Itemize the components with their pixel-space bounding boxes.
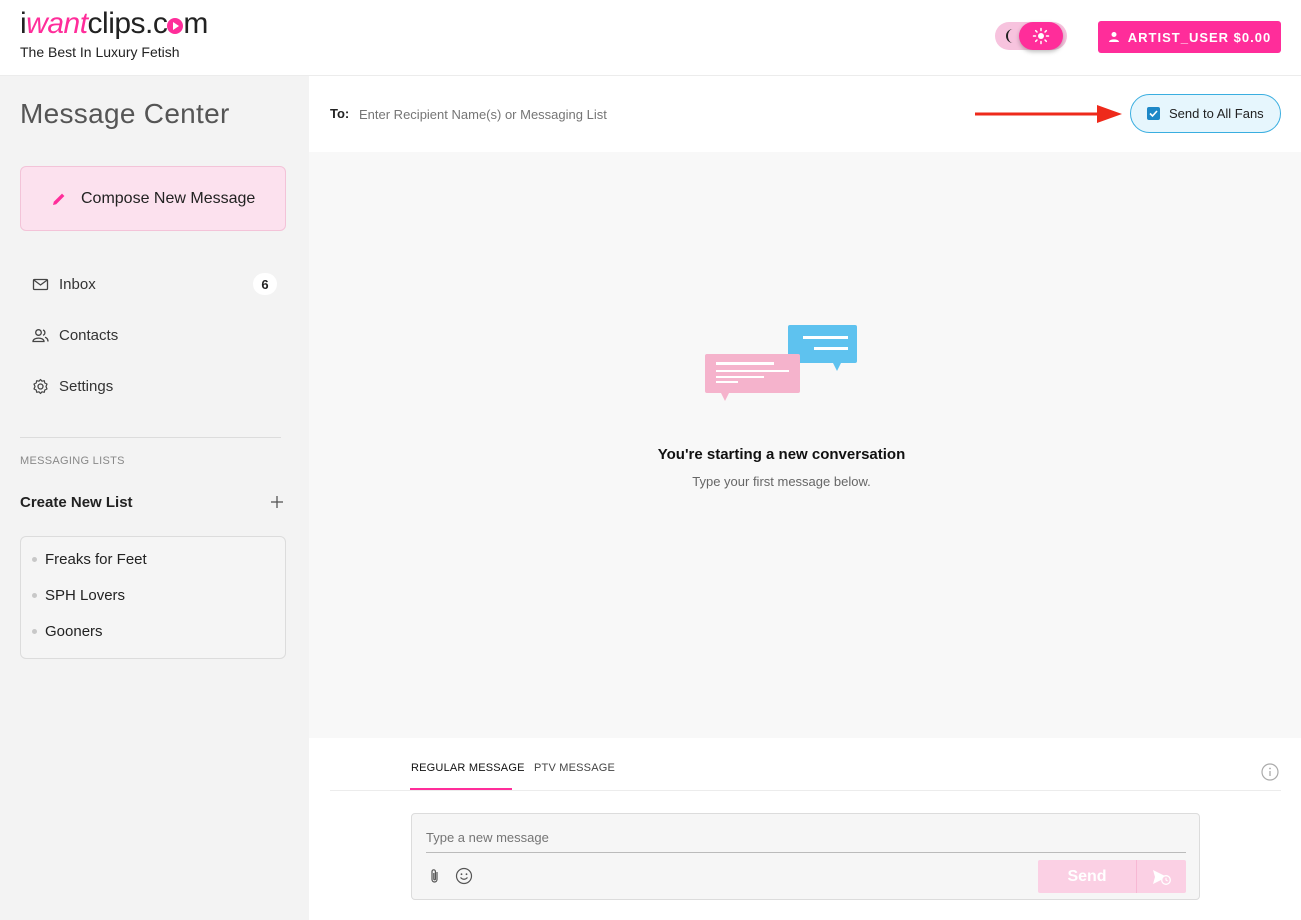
mail-icon (32, 278, 49, 290)
sidebar-item-settings[interactable]: Settings (32, 374, 113, 398)
conversation-area (309, 152, 1301, 738)
messaging-list-item[interactable]: SPH Lovers (32, 587, 125, 604)
messaging-lists-box: Freaks for Feet SPH Lovers Gooners (20, 536, 286, 659)
sidebar-item-contacts[interactable]: Contacts (32, 323, 118, 347)
page-title: Message Center (20, 98, 230, 129)
gear-icon (33, 378, 48, 394)
messaging-lists-heading: MESSAGING LISTS (20, 455, 125, 467)
user-icon (1108, 32, 1119, 42)
plus-icon[interactable] (269, 494, 285, 510)
info-icon[interactable] (1261, 763, 1279, 781)
schedule-send-button[interactable] (1136, 860, 1186, 893)
schedule-send-icon (1152, 869, 1171, 885)
sidebar-item-label: Contacts (59, 326, 119, 344)
bullet-icon (32, 557, 37, 562)
compose-new-message-button[interactable]: Compose New Message (20, 166, 286, 231)
paperclip-icon[interactable] (428, 868, 442, 884)
bullet-icon (32, 629, 37, 634)
theme-toggle-knob (1019, 22, 1063, 50)
user-account-label: ARTIST_USER $0.00 (1127, 29, 1272, 45)
sidebar-divider (20, 437, 281, 438)
send-to-all-fans-checkbox[interactable] (1147, 107, 1160, 120)
user-account-button[interactable]: ARTIST_USER $0.00 (1098, 21, 1281, 53)
message-input[interactable] (426, 826, 1186, 848)
recipient-input[interactable] (359, 103, 919, 125)
logo-play-icon (167, 18, 184, 34)
to-label: To: (330, 106, 350, 121)
contacts-icon (32, 328, 49, 342)
tab-divider (330, 790, 1281, 791)
site-tagline: The Best In Luxury Fetish (20, 44, 180, 60)
top-header: iwantclips.c m The Best In Luxury Fetish … (0, 0, 1301, 76)
conversation-title: You're starting a new conversation (657, 446, 906, 463)
sidebar-item-label: Inbox (59, 275, 96, 293)
conversation-subtitle: Type your first message below. (692, 474, 871, 489)
theme-toggle[interactable] (995, 22, 1067, 50)
compose-label: Compose New Message (81, 189, 256, 207)
moon-icon (1006, 29, 1013, 43)
active-tab-indicator (410, 788, 512, 790)
sun-icon (1032, 27, 1050, 45)
chat-bubbles-illustration (705, 325, 857, 401)
pencil-icon (53, 193, 65, 205)
create-new-list-label[interactable]: Create New List (20, 494, 133, 511)
messaging-list-item[interactable]: Freaks for Feet (32, 551, 147, 568)
message-input-underline (426, 852, 1186, 853)
sidebar-item-label: Settings (59, 377, 114, 395)
send-to-all-fans-toggle[interactable]: Send to All Fans (1130, 94, 1281, 133)
inbox-count-badge: 6 (253, 273, 277, 295)
site-logo[interactable]: iwantclips.c m (20, 8, 208, 40)
tab-regular-message[interactable]: REGULAR MESSAGE (411, 762, 525, 774)
sidebar-item-inbox[interactable]: Inbox (32, 272, 96, 296)
tab-ptv-message[interactable]: PTV MESSAGE (534, 762, 615, 774)
red-arrow-annotation (975, 105, 1122, 123)
sidebar: Message Center Compose New Message Inbox… (0, 76, 309, 920)
messaging-list-item[interactable]: Gooners (32, 623, 103, 640)
bullet-icon (32, 593, 37, 598)
send-to-all-fans-label: Send to All Fans (1169, 106, 1264, 121)
send-button[interactable]: Send (1038, 860, 1136, 893)
checkmark-icon (1149, 110, 1158, 118)
message-input-box: Send (411, 813, 1200, 900)
emoji-icon[interactable] (455, 867, 473, 885)
